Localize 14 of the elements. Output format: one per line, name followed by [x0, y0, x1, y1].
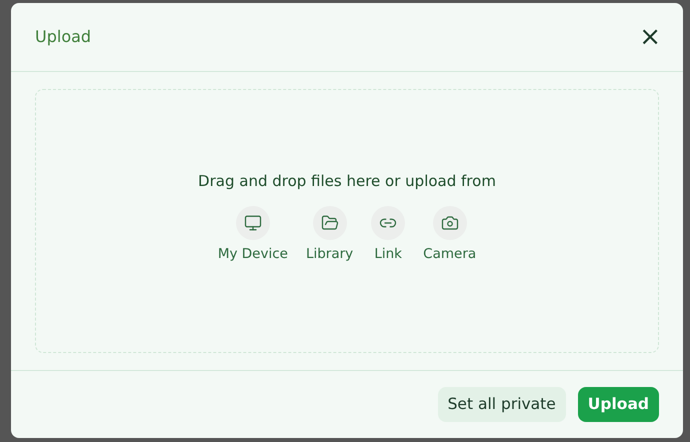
- upload-source-button[interactable]: Link: [371, 206, 406, 262]
- upload-button[interactable]: Upload: [578, 386, 659, 422]
- upload-source-button[interactable]: Camera: [423, 206, 476, 262]
- drop-prompt: Drag and drop files here or upload from: [198, 172, 496, 190]
- close-button[interactable]: ×: [635, 24, 665, 50]
- upload-source-button[interactable]: My Device: [218, 206, 288, 262]
- folder-icon: [312, 206, 347, 240]
- upload-source-button[interactable]: Library: [306, 206, 354, 262]
- drop-zone[interactable]: Drag and drop files here or upload from My Device Library Link Camera: [35, 88, 659, 352]
- dialog-title: Upload: [35, 27, 92, 46]
- link-icon: [371, 206, 406, 240]
- monitor-icon: [236, 206, 270, 240]
- camera-icon: [432, 206, 467, 240]
- set-private-button[interactable]: Set all private: [438, 386, 566, 422]
